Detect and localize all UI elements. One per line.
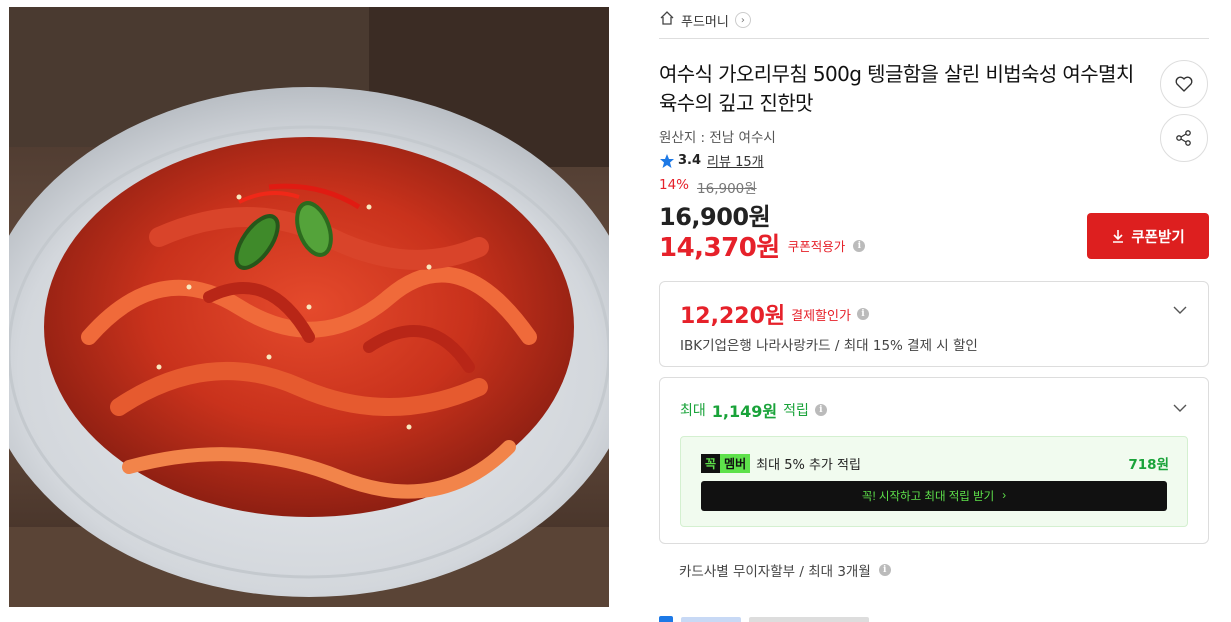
share-button[interactable] — [1160, 114, 1208, 162]
payment-discount-row: 12,220원 결제할인가 i — [680, 298, 869, 330]
member-badge: 꼭 멤버 — [701, 453, 751, 473]
next-row-partial — [659, 616, 869, 622]
info-icon[interactable]: i — [878, 564, 891, 576]
origin-text: 원산지 : 전남 여수시 — [659, 130, 776, 146]
discount-percent: 14% — [659, 177, 690, 193]
product-info-panel: 푸드머니 › 여수식 가오리무침 500g 텡글함을 살린 비법숙성 여수멸치육… — [659, 0, 1209, 622]
product-title: 여수식 가오리무침 500g 텡글함을 살린 비법숙성 여수멸치육수의 깊고 진… — [659, 62, 1134, 115]
member-benefit-panel: 꼭 멤버 최대 5% 추가 적립 718원 꼭! 시작하고 최대 적립 받기 › — [680, 436, 1188, 527]
points-amount: 1,149원 — [711, 402, 778, 421]
member-benefit-amount: 718원 — [1128, 457, 1169, 473]
product-image — [9, 7, 609, 607]
points-suffix: 적립 — [783, 403, 809, 419]
star-icon — [660, 153, 674, 168]
placeholder-bar — [749, 617, 869, 622]
coupon-price-label: 쿠폰적용가 — [787, 239, 846, 254]
member-benefit-text: 최대 5% 추가 적립 — [756, 457, 861, 473]
coupon-price: 14,370원 — [659, 233, 780, 263]
coupon-price-row: 14,370원 쿠폰적용가 i — [659, 227, 866, 264]
points-box[interactable]: 최대 1,149원 적립 i 꼭 멤버 최대 5% 추가 적립 718원 꼭! … — [659, 377, 1209, 544]
payment-discount-price: 12,220원 — [680, 304, 786, 329]
member-badge-part-b: 멤버 — [720, 453, 751, 473]
placeholder-bar — [681, 617, 741, 622]
home-icon — [659, 10, 675, 30]
chevron-down-icon[interactable] — [1172, 302, 1188, 318]
info-icon[interactable]: i — [856, 308, 869, 320]
like-button[interactable] — [1160, 60, 1208, 108]
payment-discount-label: 결제할인가 — [791, 308, 851, 324]
info-icon[interactable]: i — [814, 404, 827, 416]
member-benefit-row: 꼭 멤버 최대 5% 추가 적립 718원 — [701, 453, 1169, 473]
member-join-label: 꼭! 시작하고 최대 적립 받기 — [861, 491, 995, 503]
chevron-right-icon: › — [1002, 490, 1007, 502]
member-badge-part-a: 꼭 — [701, 453, 721, 473]
store-breadcrumb[interactable]: 푸드머니 › — [659, 10, 751, 30]
review-count-link[interactable]: 리뷰 15개 — [707, 151, 764, 170]
payment-discount-desc: IBK기업은행 나라사랑카드 / 최대 15% 결제 시 할인 — [680, 338, 978, 354]
share-icon — [1176, 130, 1191, 146]
original-price: 16,900원 — [697, 181, 757, 197]
get-coupon-label: 쿠폰받기 — [1131, 229, 1185, 246]
installment-row: 카드사별 무이자할부 / 최대 3개월 i — [679, 560, 891, 580]
installment-text: 카드사별 무이자할부 / 최대 3개월 — [679, 564, 871, 580]
download-icon — [1113, 230, 1124, 243]
card-icon — [659, 616, 673, 622]
chevron-right-icon: › — [734, 12, 751, 28]
info-icon[interactable]: i — [853, 239, 866, 252]
divider — [659, 38, 1209, 39]
store-name[interactable]: 푸드머니 — [681, 11, 729, 30]
payment-discount-box[interactable]: 12,220원 결제할인가 i IBK기업은행 나라사랑카드 / 최대 15% … — [659, 281, 1209, 367]
points-prefix: 최대 — [680, 403, 706, 419]
discount-row: 14% 16,900원 — [659, 177, 757, 197]
heart-icon — [1175, 76, 1193, 92]
product-photo-illustration — [9, 7, 609, 607]
rating-score: 3.4 — [678, 153, 702, 168]
rating-row[interactable]: 3.4 리뷰 15개 — [659, 151, 764, 170]
points-row: 최대 1,149원 적립 i — [680, 398, 827, 422]
get-coupon-button[interactable]: 쿠폰받기 — [1087, 213, 1209, 259]
chevron-down-icon[interactable] — [1172, 400, 1188, 416]
member-join-button[interactable]: 꼭! 시작하고 최대 적립 받기 › — [701, 481, 1167, 511]
